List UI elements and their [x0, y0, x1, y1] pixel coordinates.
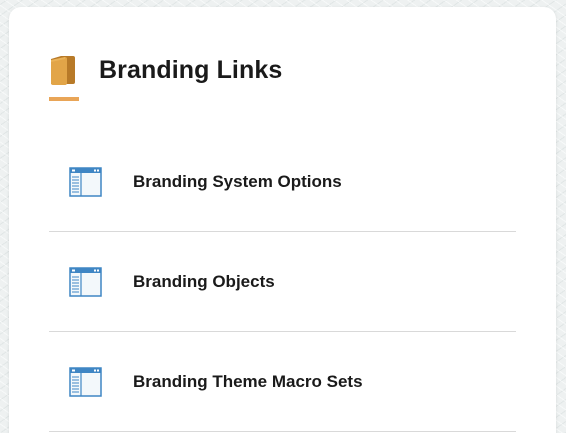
title-underline [49, 97, 79, 101]
link-label: Branding Theme Macro Sets [133, 371, 363, 391]
card-title: Branding Links [99, 55, 283, 84]
link-label: Branding System Options [133, 171, 342, 191]
link-branding-objects[interactable]: Branding Objects [49, 232, 516, 332]
link-branding-theme-macro-sets[interactable]: Branding Theme Macro Sets [49, 332, 516, 432]
branding-links-card: Branding Links Branding System Options B… [9, 7, 556, 433]
window-panel-icon [69, 166, 102, 197]
link-label: Branding Objects [133, 271, 275, 291]
link-list: Branding System Options Branding Objects [49, 132, 516, 432]
link-branding-system-options[interactable]: Branding System Options [49, 132, 516, 232]
card-header: Branding Links [49, 45, 282, 95]
window-panel-icon [69, 366, 102, 397]
folder-icon [51, 56, 75, 85]
window-panel-icon [69, 266, 102, 297]
